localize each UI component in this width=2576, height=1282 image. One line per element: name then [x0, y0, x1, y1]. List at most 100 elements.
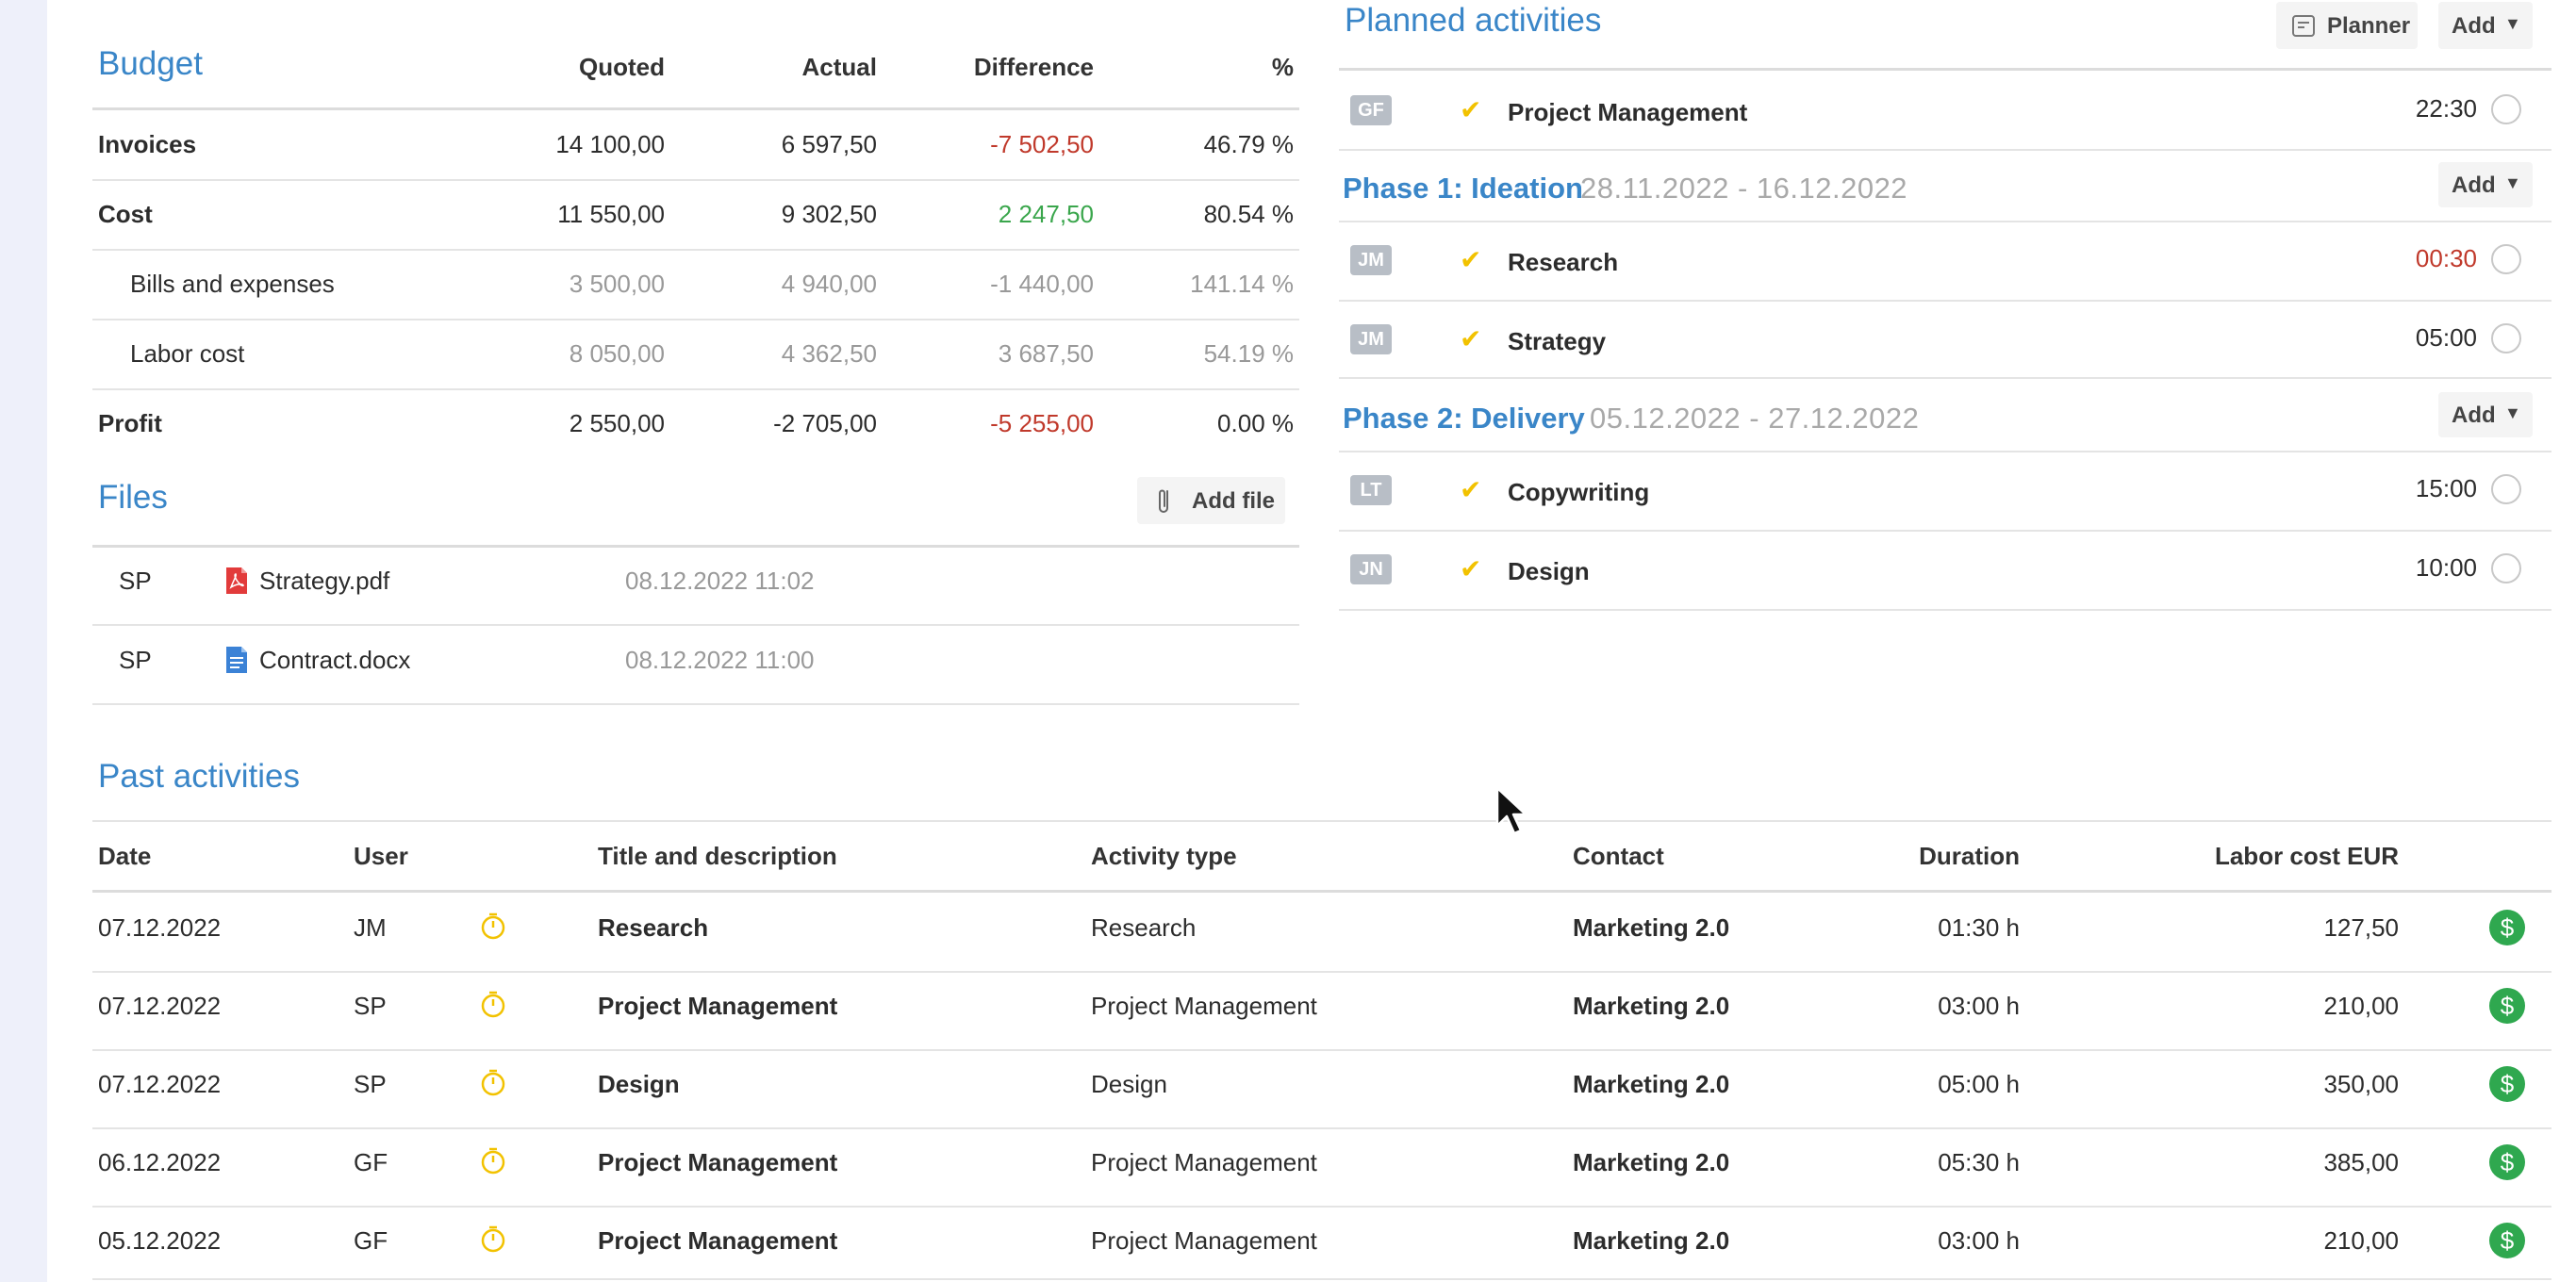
avatar: JM: [1350, 245, 1392, 275]
past-user: SP: [354, 992, 387, 1020]
past-labor-cost: 385,00: [2323, 1148, 2399, 1176]
complete-circle-icon[interactable]: [2491, 553, 2521, 583]
add-file-button[interactable]: Add file: [1137, 477, 1285, 524]
planned-title: Planned activities: [1345, 2, 1602, 39]
activity-title-link[interactable]: Project Management: [1508, 98, 1747, 127]
past-contact-link[interactable]: Marketing 2.0: [1573, 992, 1729, 1021]
phase-title: Phase 1: Ideation: [1343, 172, 1583, 205]
dollar-icon[interactable]: $: [2489, 1066, 2525, 1102]
past-labor-cost: 210,00: [2323, 992, 2399, 1020]
planner-button[interactable]: Planner: [2276, 2, 2418, 49]
past-title: Past activities: [98, 758, 300, 795]
row-divider: [1339, 451, 2551, 452]
row-divider: [92, 703, 1299, 705]
budget-row-percent: 54.19 %: [1203, 339, 1294, 368]
past-user: GF: [354, 1226, 388, 1255]
past-header-user: User: [354, 842, 408, 870]
past-date: 05.12.2022: [98, 1226, 222, 1255]
stopwatch-icon: [479, 1224, 507, 1258]
complete-circle-icon[interactable]: [2491, 244, 2521, 274]
dollar-icon[interactable]: $: [2489, 1223, 2525, 1258]
past-title-link[interactable]: Project Management: [598, 1226, 837, 1256]
caret-down-icon: ▼: [2504, 403, 2521, 422]
row-divider: [1339, 609, 2551, 611]
row-divider: [92, 179, 1299, 181]
avatar: GF: [1350, 95, 1392, 125]
file-name-link[interactable]: Strategy.pdf: [259, 567, 389, 596]
past-contact-link[interactable]: Marketing 2.0: [1573, 1070, 1729, 1099]
checkmark-icon: ✔: [1460, 554, 1482, 583]
budget-row-label: Labor cost: [130, 339, 245, 368]
budget-header-percent: %: [1271, 53, 1294, 81]
budget-row-label: Cost: [98, 200, 153, 228]
add-file-label: Add file: [1192, 488, 1275, 514]
budget-row-percent: 46.79 %: [1203, 130, 1294, 158]
past-contact-link[interactable]: Marketing 2.0: [1573, 1148, 1729, 1177]
past-top-divider: [92, 820, 2551, 822]
add-dropdown-button[interactable]: Add ▼: [2438, 2, 2533, 49]
row-divider: [92, 971, 2551, 973]
budget-row-quoted: 2 550,00: [569, 409, 665, 437]
activity-title-link[interactable]: Design: [1508, 557, 1590, 586]
past-title-link[interactable]: Design: [598, 1070, 680, 1099]
past-contact-link[interactable]: Marketing 2.0: [1573, 1226, 1729, 1256]
row-divider: [1339, 530, 2551, 532]
phase-add-button[interactable]: Add ▼: [2438, 392, 2533, 437]
paperclip-icon: [1156, 485, 1173, 522]
checkmark-icon: ✔: [1460, 475, 1482, 504]
activity-title-link[interactable]: Research: [1508, 248, 1618, 277]
row-divider: [1339, 149, 2551, 151]
complete-circle-icon[interactable]: [2491, 94, 2521, 124]
past-header-labor-cost: Labor cost EUR: [2214, 842, 2399, 870]
budget-row-percent: 80.54 %: [1203, 200, 1294, 228]
budget-row-percent: 0.00 %: [1217, 409, 1294, 437]
avatar: JM: [1350, 324, 1392, 354]
document-icon: [224, 646, 249, 679]
dollar-icon[interactable]: $: [2489, 1144, 2525, 1180]
calendar-icon: [2291, 13, 2316, 44]
row-divider: [92, 388, 1299, 390]
file-name-link[interactable]: Contract.docx: [259, 646, 410, 675]
past-date: 07.12.2022: [98, 1070, 222, 1098]
complete-circle-icon[interactable]: [2491, 474, 2521, 504]
past-header-divider: [92, 890, 2551, 893]
past-duration: 03:00 h: [1938, 1226, 2020, 1255]
past-contact-link[interactable]: Marketing 2.0: [1573, 913, 1729, 943]
phase-add-button[interactable]: Add ▼: [2438, 162, 2533, 207]
phase-title: Phase 2: Delivery: [1343, 402, 1585, 435]
budget-row-difference: 3 687,50: [998, 339, 1094, 368]
row-divider: [92, 1278, 2551, 1280]
row-divider: [1339, 377, 2551, 379]
dollar-icon[interactable]: $: [2489, 910, 2525, 945]
activity-title-link[interactable]: Strategy: [1508, 327, 1606, 356]
avatar: LT: [1350, 475, 1392, 505]
stopwatch-icon: [479, 989, 507, 1024]
avatar: JN: [1350, 554, 1392, 584]
budget-row-difference: 2 247,50: [998, 200, 1094, 228]
budget-row-difference: -5 255,00: [990, 409, 1094, 437]
budget-row-percent: 141.14 %: [1190, 270, 1294, 298]
checkmark-icon: ✔: [1460, 95, 1482, 124]
add-label: Add: [2452, 13, 2496, 39]
past-title-link[interactable]: Project Management: [598, 992, 837, 1021]
file-date: 08.12.2022 11:02: [625, 567, 815, 595]
past-activity-type: Design: [1091, 1070, 1167, 1098]
past-labor-cost: 350,00: [2323, 1070, 2399, 1098]
file-date: 08.12.2022 11:00: [625, 646, 815, 674]
budget-row-label: Profit: [98, 409, 162, 437]
past-date: 07.12.2022: [98, 992, 222, 1020]
budget-row-actual: -2 705,00: [773, 409, 877, 437]
budget-row-actual: 6 597,50: [781, 130, 877, 158]
budget-header-actual: Actual: [801, 53, 877, 81]
past-activity-type: Project Management: [1091, 1226, 1317, 1255]
past-header-type: Activity type: [1091, 842, 1237, 870]
activity-title-link[interactable]: Copywriting: [1508, 478, 1649, 507]
past-title-link[interactable]: Project Management: [598, 1148, 837, 1177]
caret-down-icon: ▼: [2504, 173, 2521, 192]
budget-header-divider: [92, 107, 1299, 110]
activity-time: 15:00: [2415, 474, 2477, 502]
past-user: SP: [354, 1070, 387, 1098]
past-title-link[interactable]: Research: [598, 913, 708, 943]
complete-circle-icon[interactable]: [2491, 323, 2521, 353]
dollar-icon[interactable]: $: [2489, 988, 2525, 1024]
